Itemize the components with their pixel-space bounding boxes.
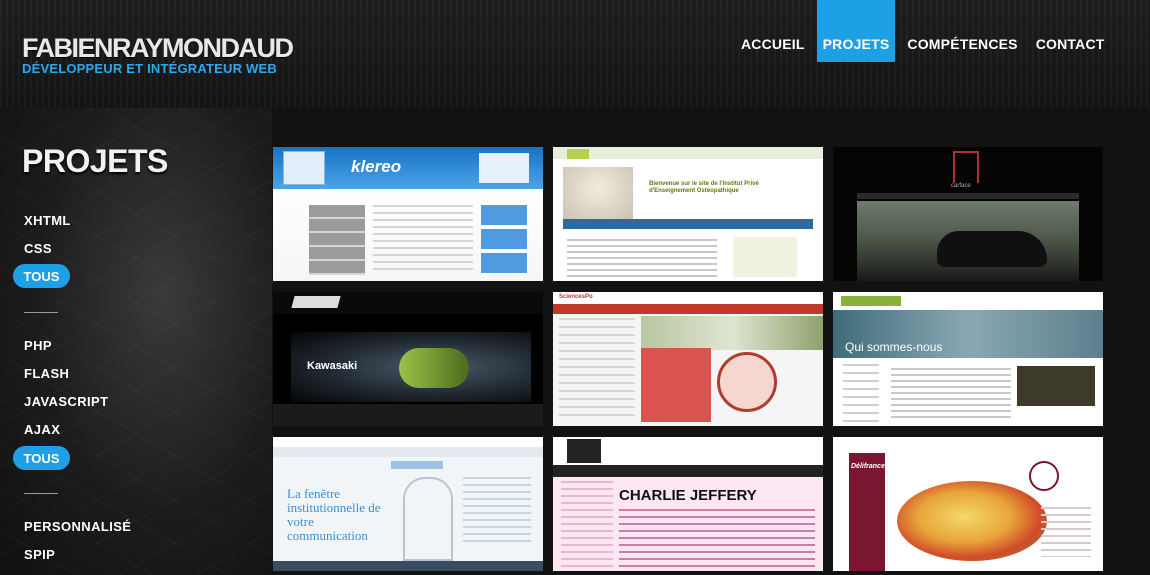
thumb-topbar <box>553 147 823 159</box>
project-thumbnail-novetude[interactable]: Qui sommes-nous <box>833 292 1103 426</box>
thumb-text <box>1041 507 1091 557</box>
filter-spip[interactable]: SPIP <box>24 547 55 562</box>
project-thumbnail-carface[interactable]: carface <box>833 147 1103 281</box>
thumb-photo <box>641 316 823 350</box>
thumb-box <box>733 237 797 277</box>
thumb-text <box>463 477 531 547</box>
thumb-text <box>567 239 717 277</box>
thumb-footer <box>273 561 543 571</box>
thumb-logo <box>291 296 341 308</box>
filter-tous-2[interactable]: TOUS <box>13 446 70 470</box>
thumb-strip <box>563 219 813 229</box>
site-logo[interactable]: FABIENRAYMONDAUD DÉVELOPPEUR ET INTÉGRAT… <box>22 33 294 76</box>
project-thumbnail-ipeo[interactable]: Bienvenue sur le site de l'Institut Priv… <box>553 147 823 281</box>
thumb-menu <box>553 465 823 477</box>
thumb-logo <box>567 439 601 463</box>
filter-javascript[interactable]: JAVASCRIPT <box>24 394 108 409</box>
site-name: FABIENRAYMONDAUD <box>22 33 294 63</box>
project-thumbnail-sciencespo[interactable]: SciencesPo <box>553 292 823 426</box>
thumb-logo <box>841 296 901 306</box>
seal-image <box>717 352 777 412</box>
thumb-text <box>619 509 815 567</box>
thumb-sidebar <box>561 481 613 567</box>
nav-projets[interactable]: PROJETS <box>816 0 896 62</box>
dessert-image <box>897 481 1047 561</box>
thumb-logo <box>953 151 979 183</box>
filter-xhtml[interactable]: XHTML <box>24 213 71 228</box>
thumb-video <box>1017 366 1095 406</box>
product-image <box>283 151 325 185</box>
nav-contact[interactable]: CONTACT <box>1027 0 1114 62</box>
thumb-logo <box>391 461 443 469</box>
nav-competences[interactable]: COMPÉTENCES <box>898 0 1026 62</box>
site-tagline: DÉVELOPPEUR ET INTÉGRATEUR WEB <box>22 61 277 76</box>
thumb-sidebar <box>849 453 885 571</box>
project-thumbnail-polemoto[interactable]: Kawasaki <box>273 292 543 426</box>
filter-personnalise[interactable]: PERSONNALISÉ <box>24 519 131 534</box>
thumb-text <box>373 205 473 275</box>
bike-image <box>399 348 469 388</box>
thumb-menu <box>309 205 365 275</box>
nav-accueil[interactable]: ACCUEIL <box>732 0 814 62</box>
thumb-photo <box>563 167 633 221</box>
project-thumbnail-bureau-b[interactable]: La fenêtre institutionnelle de votre com… <box>273 437 543 571</box>
thumb-sidebar <box>481 205 527 275</box>
thumb-caption: SciencesPo <box>559 294 593 300</box>
thumb-caption: La fenêtre institutionnelle de votre com… <box>287 486 381 543</box>
thumb-caption: CHARLIE JEFFERY <box>619 487 757 504</box>
thumb-caption: Bienvenue sur le site de l'Institut Priv… <box>649 181 759 194</box>
thumb-caption: klereo <box>351 157 402 176</box>
filter-php[interactable]: PHP <box>24 338 52 353</box>
thumb-text <box>891 368 1011 422</box>
header-banner <box>479 153 529 183</box>
filter-css[interactable]: CSS <box>24 241 52 256</box>
thumb-topbar <box>273 437 543 447</box>
divider <box>24 493 58 494</box>
thumb-caption: Kawasaki <box>307 360 358 372</box>
thumb-logo <box>567 149 589 159</box>
thumb-menu <box>273 447 543 457</box>
project-thumbnail-delifrance[interactable]: Délifrance <box>833 437 1103 571</box>
project-thumbnail-klereo[interactable]: klereo <box>273 147 543 281</box>
thumb-menu <box>857 193 1079 199</box>
divider <box>24 312 58 313</box>
thumb-topbar <box>553 292 823 304</box>
filter-ajax[interactable]: AJAX <box>24 422 60 437</box>
project-thumbnail-quartier[interactable]: CHARLIE JEFFERY <box>553 437 823 571</box>
main-nav: ACCUEIL PROJETS COMPÉTENCES CONTACT <box>732 0 1114 62</box>
thumb-caption: Délifrance <box>851 463 885 470</box>
thumb-caption: carface <box>951 183 971 189</box>
thumb-menu <box>843 364 879 422</box>
thumb-menu <box>553 304 823 314</box>
thumb-caption: Qui sommes-nous <box>845 340 943 354</box>
badge-image <box>1029 461 1059 491</box>
filter-tous-1[interactable]: TOUS <box>13 264 70 288</box>
thumb-text <box>559 318 635 422</box>
filter-flash[interactable]: FLASH <box>24 366 69 381</box>
page-title: PROJETS <box>22 143 168 179</box>
window-image <box>403 477 453 561</box>
thumb-block <box>641 348 711 422</box>
thumb-footer <box>273 404 543 426</box>
car-image <box>937 231 1047 267</box>
